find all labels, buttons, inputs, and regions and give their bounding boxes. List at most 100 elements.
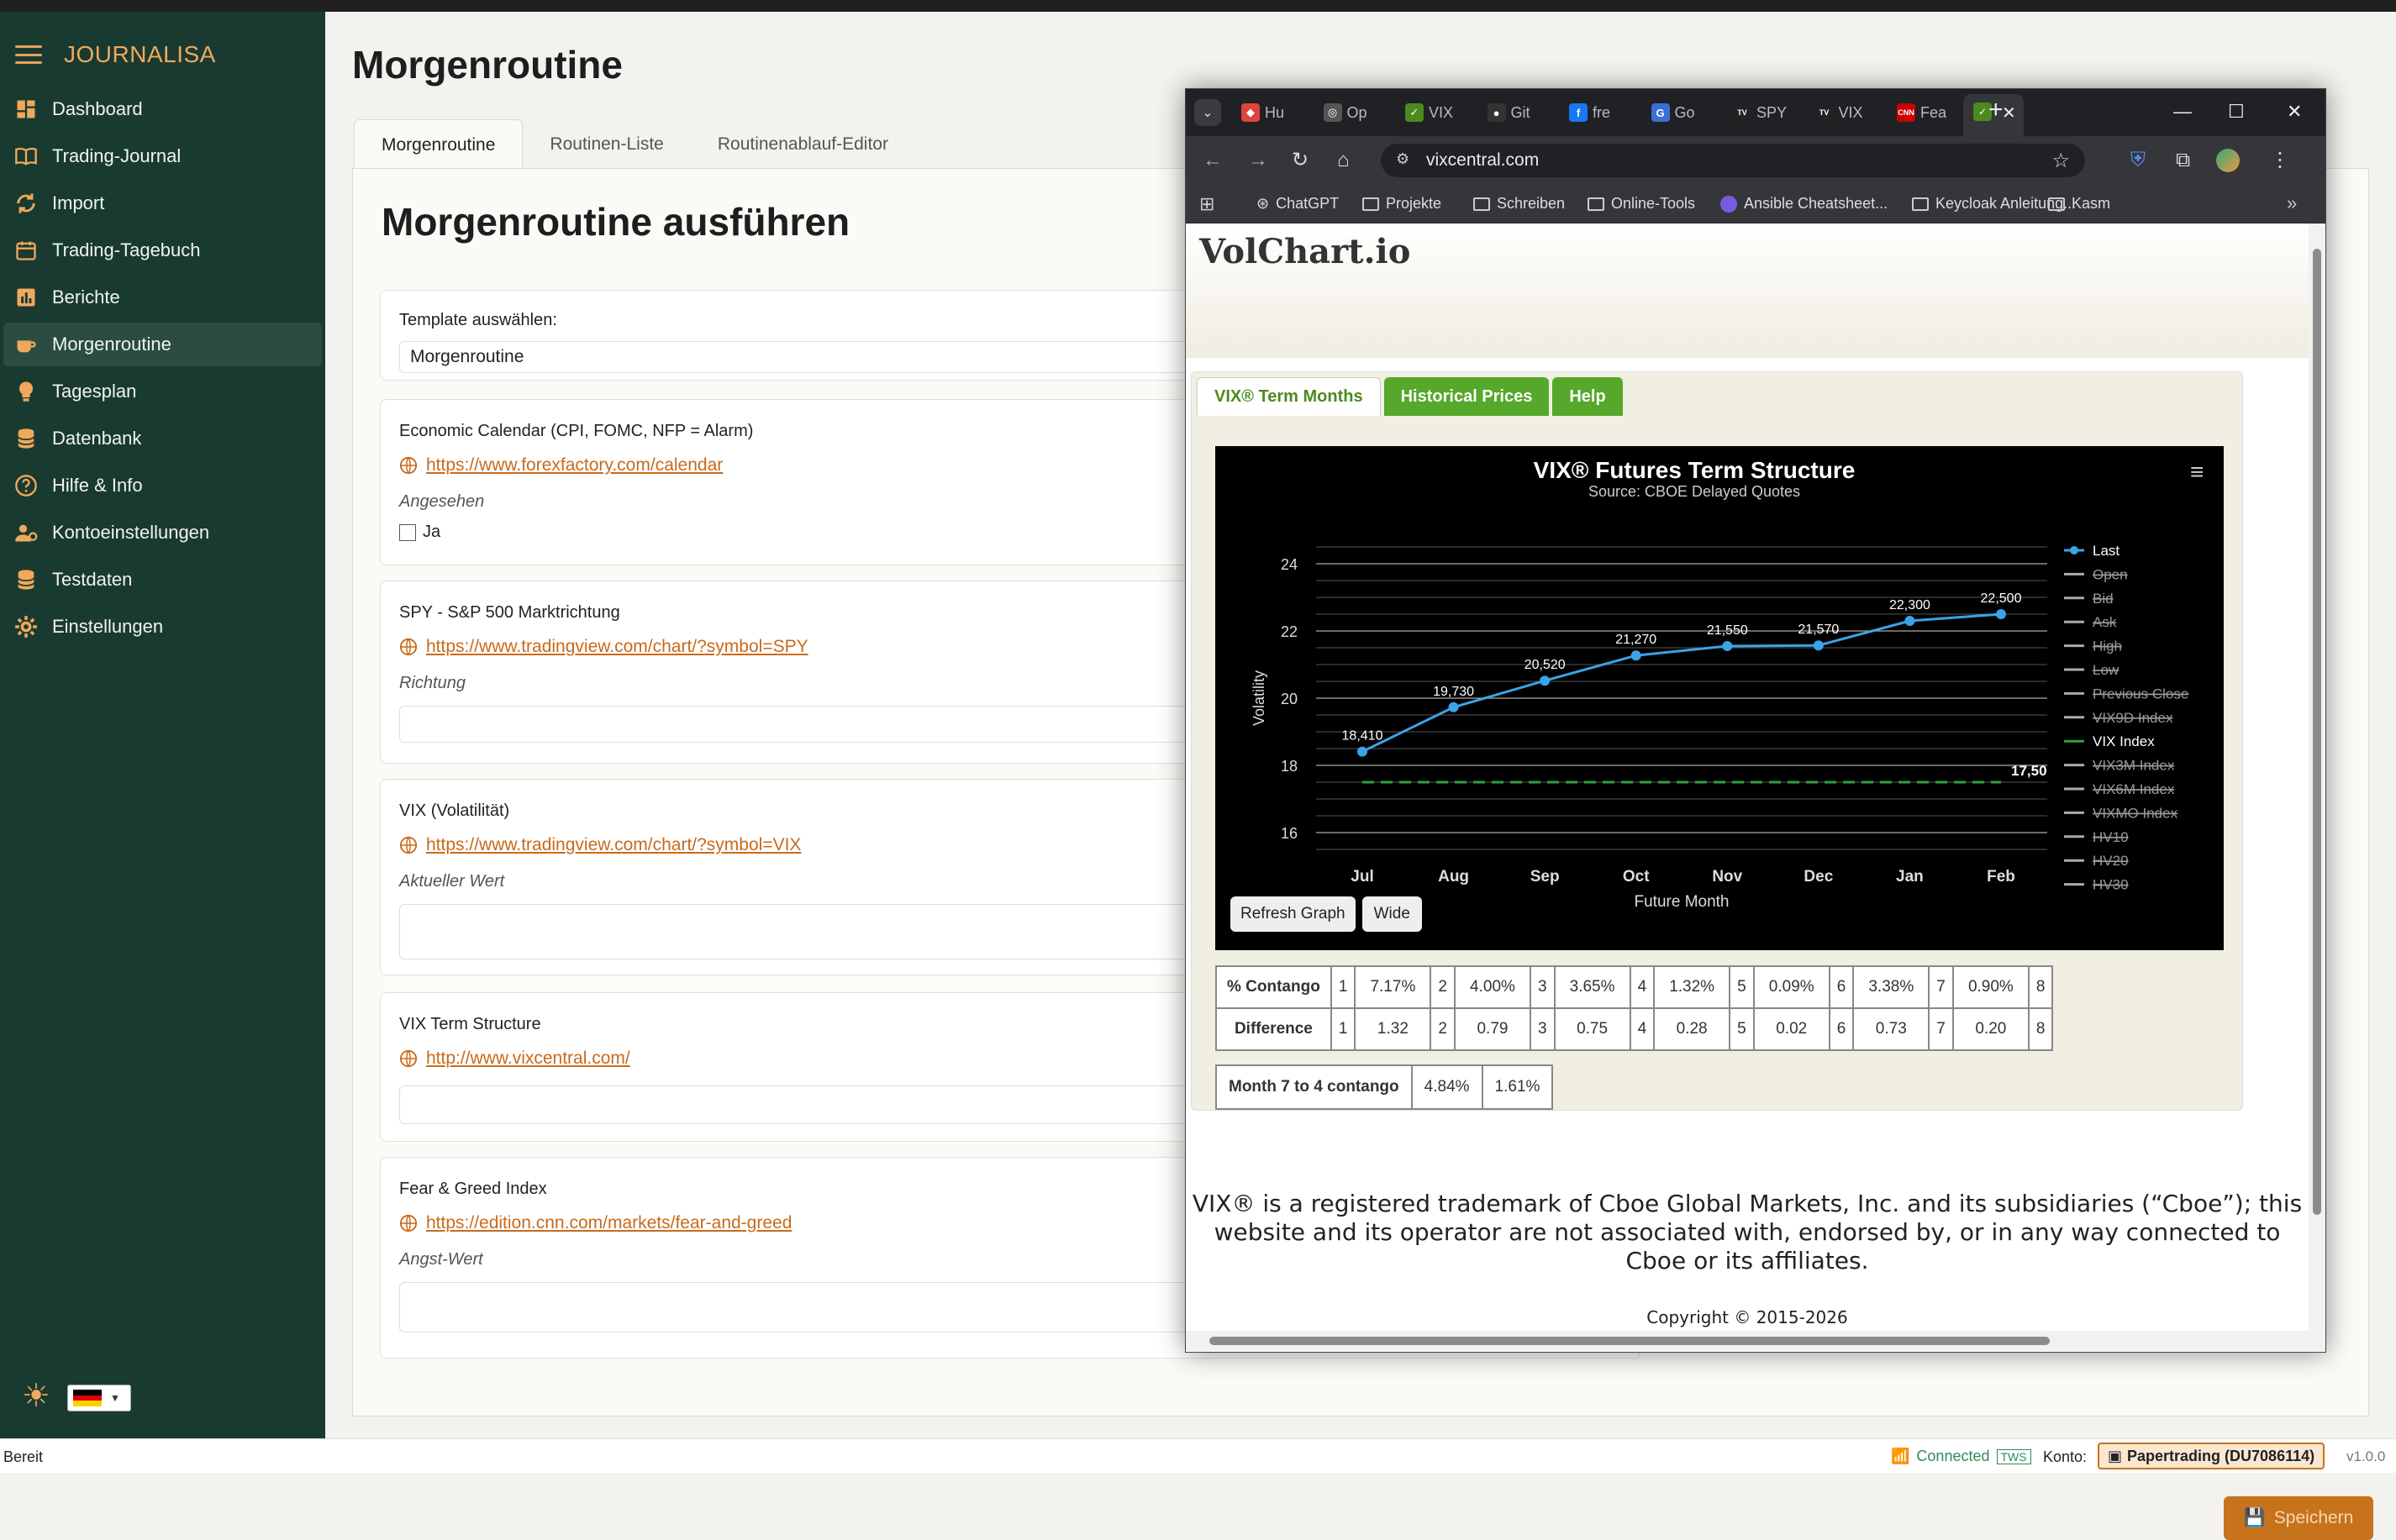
wide-button[interactable]: Wide [1361,896,1422,932]
minimize-icon[interactable]: — [2173,101,2192,123]
browser-tab[interactable]: f fre [1569,99,1610,126]
sidebar-item-einstellungen[interactable]: Einstellungen [3,605,322,649]
sidebar-item-tagesplan[interactable]: Tagesplan [3,370,322,413]
profile-avatar[interactable] [2216,149,2240,172]
legend-item[interactable]: Low [2093,662,2120,678]
site-tab-historical-prices[interactable]: Historical Prices [1383,377,1550,416]
tab-routinen-liste[interactable]: Routinen-Liste [523,119,690,170]
close-tab-icon[interactable]: ✕ [2002,102,2016,124]
browser-tab[interactable]: TV SPY [1733,99,1787,126]
site-tab-help[interactable]: Help [1552,377,1623,416]
extensions-icon[interactable]: ⧉ [2176,150,2190,171]
new-tab-icon[interactable]: + [1988,96,2004,124]
browser-tab[interactable]: ● Git [1487,99,1530,126]
card-link[interactable]: https://www.tradingview.com/chart/?symbo… [426,637,808,657]
vertical-scrollbar[interactable] [2309,223,2325,1331]
bar-chart-icon [13,285,39,310]
bookmark-item[interactable]: Schreiben [1473,195,1565,213]
book-icon [13,144,39,169]
x-tick-label: Jul [1351,868,1373,886]
sidebar-item-morgenroutine[interactable]: Morgenroutine [3,323,322,366]
bookmark-item[interactable]: Kasm [2048,195,2110,213]
legend-item[interactable]: High [2093,639,2122,654]
hamburger-menu-icon[interactable] [15,45,42,64]
refresh-graph-button[interactable]: Refresh Graph [1230,896,1356,932]
site-info-icon[interactable]: ⚙ [1396,150,1409,168]
password-manager-icon[interactable]: ⛨ [2130,150,2146,171]
browser-tab[interactable]: TV VIX [1814,99,1863,126]
address-bar[interactable]: ⚙ vixcentral.com ☆ [1381,144,2085,177]
maximize-icon[interactable]: ☐ [2228,101,2245,123]
legend-item[interactable]: VIX6M Index [2093,781,2175,797]
month-index-cell: 3 [1529,965,1556,1009]
tab-morgenroutine[interactable]: Morgenroutine [354,119,524,170]
sidebar-item-dashboard[interactable]: Dashboard [3,87,322,131]
legend-item[interactable]: VIX9D Index [2093,710,2173,726]
sidebar-item-kontoeinstellungen[interactable]: Kontoeinstellungen [3,511,322,555]
legend-item[interactable]: Ask [2093,614,2117,630]
legend-item[interactable]: VIXMO Index [2093,805,2178,821]
site-tab-term-months[interactable]: VIX® Term Months [1197,377,1381,416]
sidebar-item-hilfe-info[interactable]: Hilfe & Info [3,464,322,507]
back-icon[interactable]: ← [1203,150,1223,171]
last-data-point [1722,641,1733,651]
save-button[interactable]: 💾 Speichern [2224,1496,2373,1540]
sidebar-item-trading-journal[interactable]: Trading-Journal [3,134,322,178]
close-window-icon[interactable]: ✕ [2287,101,2302,123]
horizontal-scrollbar[interactable] [1186,1331,2325,1351]
tab-search-chevron-icon[interactable]: ⌄ [1194,99,1221,126]
bookmark-star-icon[interactable]: ☆ [2051,149,2070,173]
tab-favicon-icon: CNN [1897,103,1915,122]
reload-icon[interactable]: ↻ [1292,150,1309,171]
bookmark-item[interactable]: Online-Tools [1588,195,1695,213]
tab-routinenablauf-editor[interactable]: Routinenablauf-Editor [691,119,915,170]
card-link[interactable]: https://www.tradingview.com/chart/?symbo… [426,835,801,855]
home-icon[interactable]: ⌂ [1337,150,1350,171]
checkbox-row[interactable]: Ja [399,523,440,542]
sidebar-item-datenbank[interactable]: Datenbank [3,417,322,460]
month-index-cell: 7 [1928,965,1954,1009]
value-cell: 1.32% [1653,965,1731,1009]
browser-tab[interactable]: ◎ Op [1323,99,1367,126]
bookmark-item[interactable]: ⊛ ChatGPT [1256,195,1339,213]
language-select[interactable]: ▼ [67,1385,131,1411]
more-bookmarks-icon[interactable]: » [2287,192,2297,214]
legend-item[interactable]: Last [2093,543,2120,559]
chart-menu-icon[interactable]: ≡ [2190,459,2204,485]
legend-item[interactable]: Open [2093,566,2128,582]
month-index-cell: 7 [1928,1007,1954,1051]
sidebar-item-trading-tagebuch[interactable]: Trading-Tagebuch [3,229,322,272]
card-link[interactable]: http://www.vixcentral.com/ [426,1049,630,1069]
browser-tab[interactable]: G Go [1651,99,1695,126]
browser-tab-label: SPY [1756,103,1788,121]
more-menu-icon[interactable]: ⋮ [2270,150,2290,171]
site-logo[interactable]: VolChart.io [1199,232,1410,271]
theme-toggle-sun-icon[interactable]: ☀ [22,1380,55,1413]
legend-item[interactable]: Previous Close [2093,686,2188,702]
bookmark-item[interactable]: Ansible Cheatsheet... [1720,195,1888,213]
legend-item[interactable]: VIX Index [2093,733,2155,749]
sidebar-item-import[interactable]: Import [3,181,322,225]
bookmark-item[interactable]: Projekte [1362,195,1441,213]
sidebar-item-testdaten[interactable]: Testdaten [3,558,322,602]
checkbox[interactable] [399,523,416,541]
legend-item[interactable]: HV20 [2093,853,2129,869]
apps-grid-icon[interactable]: ⊞ [1199,193,1214,215]
account-selector[interactable]: ▣ Papertrading (DU7086114) [2098,1443,2325,1469]
forward-icon[interactable]: → [1248,150,1268,171]
month-index-cell: 5 [1729,1007,1755,1051]
legend-item[interactable]: HV10 [2093,829,2129,845]
legend-item[interactable]: HV30 [2093,877,2129,893]
card-link-row: http://www.vixcentral.com/ [399,1049,630,1069]
card-link[interactable]: https://edition.cnn.com/markets/fear-and… [426,1213,792,1233]
ansible-icon [1720,195,1737,213]
card-link[interactable]: https://www.forexfactory.com/calendar [426,455,723,476]
browser-tab[interactable]: ✓ VIX [1405,99,1453,126]
sidebar-item-berichte[interactable]: Berichte [3,276,322,319]
tab-favicon-icon: ✓ [1405,103,1424,122]
browser-tab[interactable]: CNN Fea [1897,99,1946,126]
template-label: Template auswählen: [399,311,557,329]
browser-tab[interactable]: ◆ Hu [1241,99,1284,126]
legend-item[interactable]: VIX3M Index [2093,758,2175,774]
legend-item[interactable]: Bid [2093,591,2114,607]
